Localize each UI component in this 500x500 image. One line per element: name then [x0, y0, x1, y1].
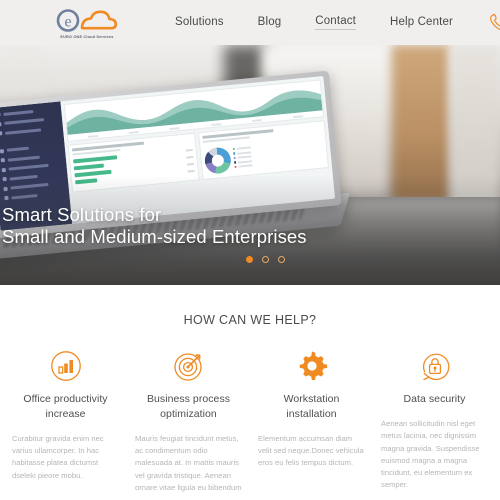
nav-item-solutions[interactable]: Solutions	[175, 16, 224, 30]
feature-title: Data security	[403, 393, 466, 405]
phone-icon[interactable]	[487, 11, 500, 35]
help-section: HOW CAN WE HELP? Office productivity inc…	[0, 285, 500, 500]
feature-body: Aenean sollicitudin nisl eget metus laci…	[381, 418, 480, 490]
feature-card-workstation-installation: Workstation installation Elementum accum…	[250, 349, 373, 494]
target-icon	[135, 349, 242, 383]
gear-icon	[258, 349, 365, 383]
main-nav: Solutions Blog Contact Help Center	[175, 15, 453, 30]
hero-headline-line2: Small and Medium-sized Enterprises	[2, 226, 307, 248]
hero-banner: Smart Solutions for Small and Medium-siz…	[0, 45, 500, 285]
feature-list: Office productivity increase Curabitur g…	[0, 349, 500, 494]
feature-title: Office productivity increase	[23, 393, 108, 420]
carousel-dot-3[interactable]	[278, 256, 285, 263]
site-logo[interactable]: e EURO ONE Cloud Services	[52, 7, 122, 39]
hero-headline-line1: Smart Solutions for	[2, 203, 162, 225]
lock-refresh-icon	[381, 349, 488, 383]
nav-item-contact[interactable]: Contact	[315, 15, 356, 30]
feature-card-data-security: Data security Aenean sollicitudin nisl e…	[373, 349, 496, 494]
feature-body: Mauris feugiat tincidunt metus, ac condi…	[135, 433, 242, 492]
site-header: e EURO ONE Cloud Services Solutions Blog…	[0, 0, 500, 45]
bar-chart-icon	[12, 349, 119, 383]
feature-card-business-process: Business process optimization Mauris feu…	[127, 349, 250, 494]
carousel-dots	[246, 256, 285, 263]
feature-body: Curabitur gravida enim nec varius ullamc…	[12, 433, 104, 480]
feature-body: Elementum accumsan diam velit sed neque.…	[258, 433, 364, 468]
help-section-title: HOW CAN WE HELP?	[183, 313, 317, 327]
logo-mark-icon: e	[52, 7, 122, 35]
carousel-dot-1[interactable]	[246, 256, 253, 263]
carousel-dot-2[interactable]	[262, 256, 269, 263]
feature-title: Workstation installation	[283, 393, 340, 420]
nav-item-help-center[interactable]: Help Center	[390, 16, 453, 30]
feature-card-office-productivity: Office productivity increase Curabitur g…	[4, 349, 127, 494]
logo-text: EURO ONE Cloud Services	[60, 33, 114, 39]
feature-title: Business process optimization	[146, 393, 231, 420]
page-root: e EURO ONE Cloud Services Solutions Blog…	[0, 0, 500, 500]
hero-photo	[0, 45, 500, 285]
hero-headline: Smart Solutions for Small and Medium-siz…	[0, 204, 500, 249]
svg-text:e: e	[64, 13, 71, 30]
nav-item-blog[interactable]: Blog	[258, 16, 282, 30]
